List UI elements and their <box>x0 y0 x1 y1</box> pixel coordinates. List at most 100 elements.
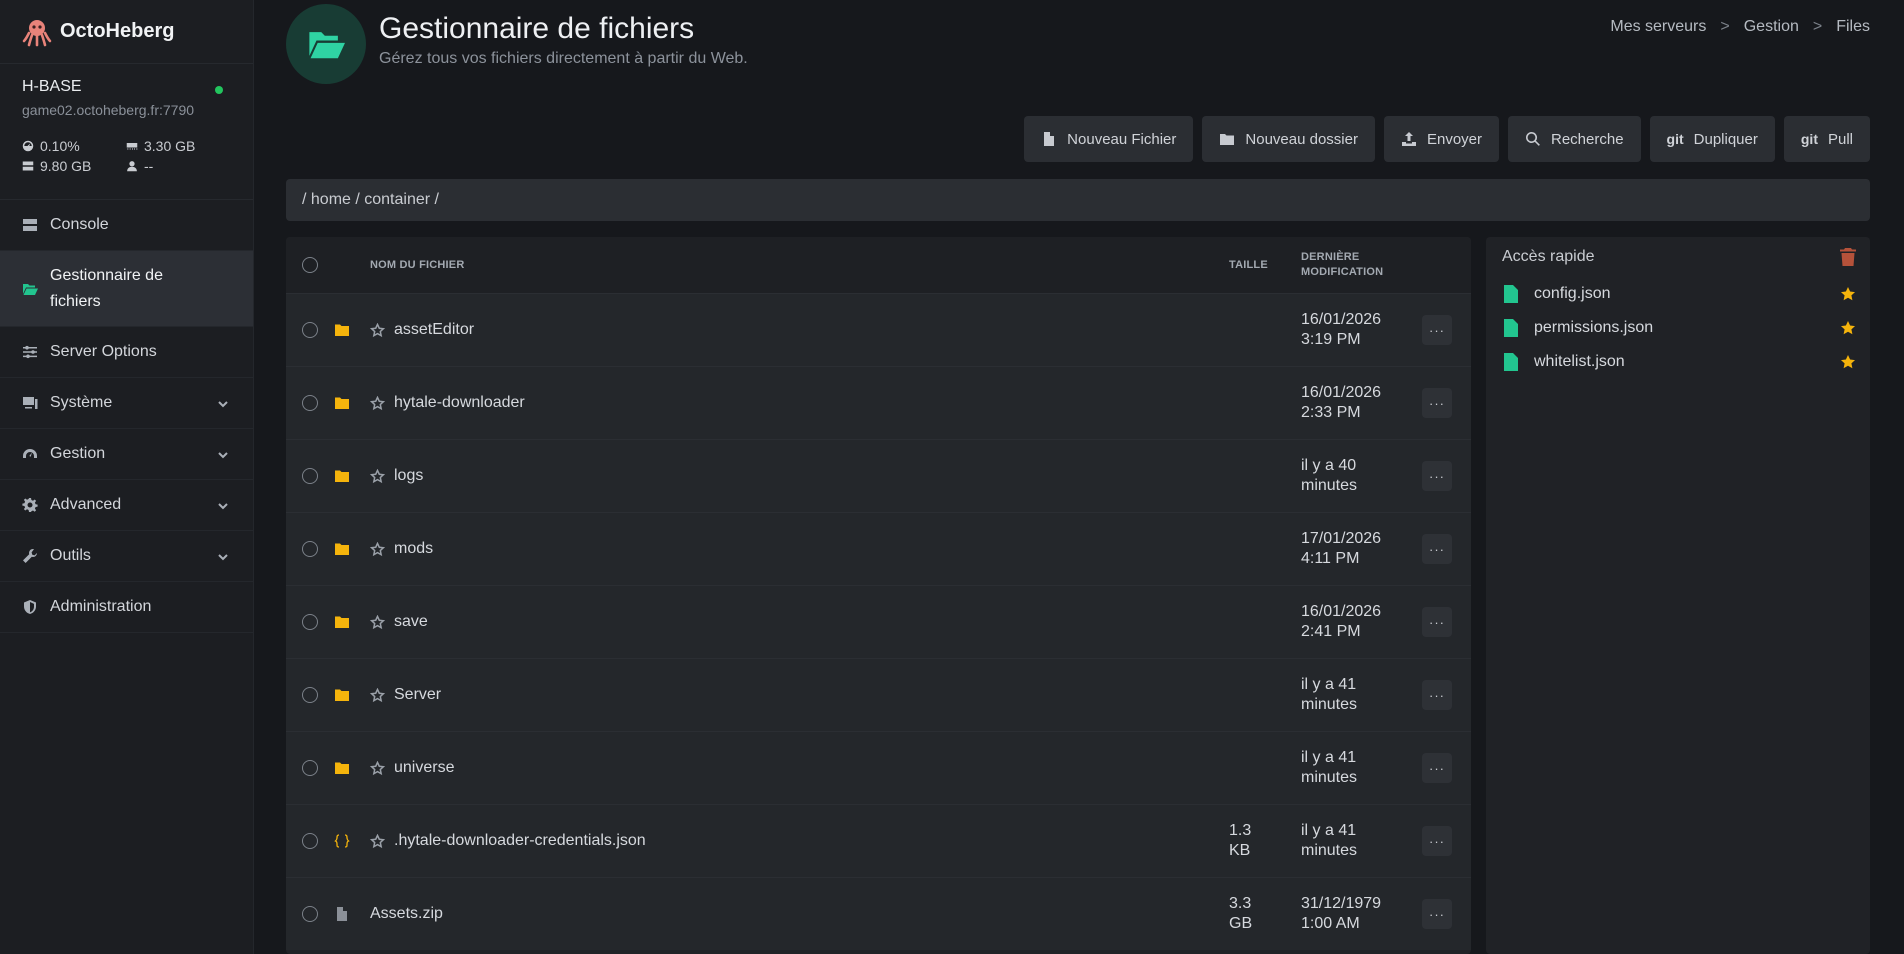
new-folder-button[interactable]: Nouveau dossier <box>1202 116 1375 162</box>
table-row[interactable]: hytale-downloader 16/01/2026 2:33 PM ··· <box>286 366 1471 439</box>
star-filled-icon[interactable] <box>1840 286 1856 302</box>
path-bar[interactable]: / home / container / <box>286 179 1870 221</box>
star-outline-icon[interactable] <box>369 395 386 411</box>
row-checkbox[interactable] <box>302 468 318 484</box>
file-modified: 16/01/2026 2:33 PM <box>1301 383 1381 423</box>
star-outline-icon[interactable] <box>369 322 386 338</box>
row-actions-button[interactable]: ··· <box>1422 899 1452 929</box>
brand[interactable]: OctoHeberg <box>0 0 253 64</box>
git-pull-button[interactable]: git Pull <box>1783 116 1870 162</box>
row-checkbox[interactable] <box>302 833 318 849</box>
search-label: Recherche <box>1551 130 1624 148</box>
chevron-down-icon <box>217 448 229 460</box>
star-outline-icon[interactable] <box>369 468 386 484</box>
sidebar-item-server-options[interactable]: Server Options <box>0 327 253 378</box>
quick-access-item[interactable]: permissions.json <box>1486 311 1870 345</box>
shield-icon <box>22 598 40 616</box>
breadcrumb: Mes serveurs > Gestion > Files <box>1610 18 1870 36</box>
breadcrumb-item-files[interactable]: Files <box>1836 18 1870 36</box>
star-outline-icon[interactable] <box>369 614 386 630</box>
table-row[interactable]: .hytale-downloader-credentials.json 1.3 KB… <box>286 804 1471 877</box>
column-header-modified[interactable]: DERNIÈRE MODIFICATION <box>1301 250 1383 280</box>
file-name[interactable]: .hytale-downloader-credentials.json <box>394 832 646 850</box>
quick-access-header: Accès rapide <box>1486 237 1870 277</box>
row-actions-button[interactable]: ··· <box>1422 315 1452 345</box>
git-icon: git <box>1666 131 1684 147</box>
row-actions-button[interactable]: ··· <box>1422 388 1452 418</box>
table-row[interactable]: save 16/01/2026 2:41 PM ··· <box>286 585 1471 658</box>
sidebar-item-file-manager[interactable]: Gestionnaire de fichiers <box>0 251 253 327</box>
file-name[interactable]: Assets.zip <box>370 905 443 923</box>
star-outline-icon[interactable] <box>369 760 386 776</box>
row-checkbox[interactable] <box>302 687 318 703</box>
sidebar-item-advanced[interactable]: Advanced <box>0 480 253 531</box>
sidebar-item-outils[interactable]: Outils <box>0 531 253 582</box>
table-row[interactable]: logs il y a 40 minutes ··· <box>286 439 1471 512</box>
breadcrumb-item-gestion[interactable]: Gestion <box>1744 18 1799 36</box>
row-checkbox[interactable] <box>302 614 318 630</box>
upload-button[interactable]: Envoyer <box>1383 116 1499 162</box>
file-size-value: 3.3 <box>1229 895 1252 912</box>
file-modified-time: 1:00 AM <box>1301 915 1360 932</box>
folder-icon <box>334 322 350 338</box>
file-name[interactable]: hytale-downloader <box>394 394 525 412</box>
new-file-button[interactable]: Nouveau Fichier <box>1024 116 1194 162</box>
star-outline-icon[interactable] <box>369 687 386 703</box>
table-row[interactable]: Assets.zip 3.3 GB 31/12/1979 1:00 AM ··· <box>286 877 1471 950</box>
file-name[interactable]: assetEditor <box>394 321 474 339</box>
row-actions-button[interactable]: ··· <box>1422 826 1452 856</box>
row-checkbox[interactable] <box>302 906 318 922</box>
file-name[interactable]: mods <box>394 540 433 558</box>
folder-icon <box>334 541 350 557</box>
row-checkbox[interactable] <box>302 395 318 411</box>
table-row[interactable]: mods 17/01/2026 4:11 PM ··· <box>286 512 1471 585</box>
quick-access-item[interactable]: config.json <box>1486 277 1870 311</box>
row-actions-button[interactable]: ··· <box>1422 680 1452 710</box>
hard-drive-icon <box>22 161 34 171</box>
sidebar-item-administration[interactable]: Administration <box>0 582 253 633</box>
quick-access-item-label: permissions.json <box>1534 319 1654 336</box>
star-filled-icon[interactable] <box>1840 354 1856 370</box>
row-actions-button[interactable]: ··· <box>1422 607 1452 637</box>
file-modified-time: 2:33 PM <box>1301 404 1361 421</box>
star-outline-icon[interactable] <box>369 833 386 849</box>
row-actions-button[interactable]: ··· <box>1422 753 1452 783</box>
git-duplicate-button[interactable]: git Dupliquer <box>1649 116 1775 162</box>
file-icon <box>334 906 350 922</box>
file-modified-date: il y a 40 <box>1301 457 1357 474</box>
file-name[interactable]: universe <box>394 759 454 777</box>
gauge-icon <box>22 140 34 152</box>
cpu-value: 0.10% <box>40 138 80 154</box>
column-header-modified-line1: DERNIÈRE <box>1301 251 1360 263</box>
sidebar-item-systeme[interactable]: Système <box>0 378 253 429</box>
table-row[interactable]: Server il y a 41 minutes ··· <box>286 658 1471 731</box>
file-modified: 31/12/1979 1:00 AM <box>1301 894 1381 934</box>
column-header-name[interactable]: NOM DU FICHIER <box>370 259 464 271</box>
sidebar-item-console[interactable]: Console <box>0 200 253 251</box>
row-actions-button[interactable]: ··· <box>1422 534 1452 564</box>
gear-icon <box>22 496 40 514</box>
row-checkbox[interactable] <box>302 760 318 776</box>
row-actions-button[interactable]: ··· <box>1422 461 1452 491</box>
select-all-checkbox[interactable] <box>302 257 318 273</box>
file-name[interactable]: save <box>394 613 428 631</box>
row-checkbox[interactable] <box>302 541 318 557</box>
table-row[interactable]: universe il y a 41 minutes ··· <box>286 731 1471 804</box>
table-row[interactable]: assetEditor 16/01/2026 3:19 PM ··· <box>286 293 1471 366</box>
star-filled-icon[interactable] <box>1840 320 1856 336</box>
new-file-label: Nouveau Fichier <box>1067 130 1177 148</box>
row-checkbox[interactable] <box>302 322 318 338</box>
file-modified-date: 16/01/2026 <box>1301 311 1382 328</box>
octopus-logo-icon <box>22 19 52 46</box>
sidebar-item-label: Outils <box>50 547 91 564</box>
file-name[interactable]: logs <box>394 467 423 485</box>
column-header-size[interactable]: TAILLE <box>1229 259 1268 271</box>
search-button[interactable]: Recherche <box>1508 116 1641 162</box>
trash-icon[interactable] <box>1840 248 1856 266</box>
disk-value: 9.80 GB <box>40 158 92 174</box>
sidebar-item-gestion[interactable]: Gestion <box>0 429 253 480</box>
file-name[interactable]: Server <box>394 686 441 704</box>
breadcrumb-item-servers[interactable]: Mes serveurs <box>1610 18 1706 36</box>
star-outline-icon[interactable] <box>369 541 386 557</box>
quick-access-item[interactable]: whitelist.json <box>1486 345 1870 379</box>
